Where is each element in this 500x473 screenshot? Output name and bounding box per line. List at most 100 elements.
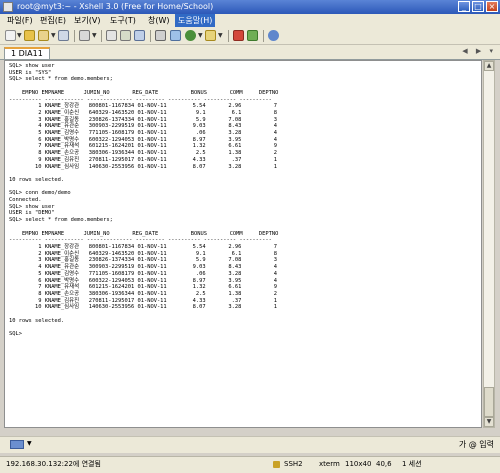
xshell-app-icon [3,2,13,12]
terminal-line: 7 KNAME_유재석 601215-1624201 01-NOV-11 1.3… [9,143,278,150]
toolbar: ▼ ▼ ▼ ▼ ▼ [0,28,500,45]
open-session-icon[interactable] [38,30,49,41]
terminal-line: 3 KNAME_홍길동 230826-1374334 01-NOV-11 5.9… [9,116,278,123]
terminal-line: SQL> show user [9,203,55,210]
reconnect-icon[interactable] [58,30,69,41]
toolbar-divider [74,30,75,42]
menu-view[interactable]: 보기(V) [71,14,103,27]
terminal-line: EMPNO EMPNAME JUMIN_NO REG_DATE BONUS CO… [9,89,279,96]
script-icon[interactable] [233,30,244,41]
terminal-line: SQL> select * from demo.members; [9,76,113,83]
properties-dropdown-icon[interactable]: ▼ [92,32,97,39]
terminal-size: 110x40 [345,460,372,468]
terminal-line: 10 KNAME_심사임 140630-2553956 01-NOV-11 8.… [9,304,278,311]
session-count: 1 세션 [402,460,422,468]
terminal-output[interactable]: SQL> show user USER is "SYS" SQL> select… [4,60,482,428]
terminal-line: 9 KNAME_김유진 270811-1295017 01-NOV-11 4.3… [9,297,278,304]
new-session-icon[interactable] [5,30,16,41]
terminal-line: SQL> select * from demo.members; [9,217,113,224]
terminal-line: 5 KNAME_김영수 771105-1608179 01-NOV-11 .06… [9,130,278,137]
copy-icon[interactable] [106,30,117,41]
xftp-icon[interactable] [247,30,258,41]
connection-status: 192.168.30.132:22에 연결됨 [6,460,101,468]
terminal-type: xterm [319,460,340,468]
terminal-line: 2 KNAME_이순신 640329-1463520 01-NOV-11 9.1… [9,250,278,257]
terminal-line: 8 KNAME_손으공 380306-1936344 01-NOV-11 2.5… [9,290,278,297]
terminal-line: ---------- ------------ -------------- -… [9,237,272,244]
terminal-line: USER is "DEMO" [9,210,55,217]
scroll-down-arrow-icon[interactable]: ▼ [484,417,494,427]
terminal-line: 1 KNAME_장강관 800801-1167834 01-NOV-11 5.5… [9,103,278,110]
menu-edit[interactable]: 편집(E) [37,14,69,27]
compose-bar: ▼ 가 @ 입력 [0,436,500,453]
open-dropdown-icon[interactable]: ▼ [51,32,56,39]
terminal-line: 9 KNAME_김유진 270811-1295017 01-NOV-11 4.3… [9,156,278,163]
terminal-line: SQL> [9,331,22,338]
transfer-icon[interactable] [170,30,181,41]
secure-lock-icon [273,461,280,468]
terminal-line: 4 KNAME_유관순 300903-2299519 01-NOV-11 9.0… [9,123,278,130]
terminal-line: EMPNO EMPNAME JUMIN_NO REG_DATE BONUS CO… [9,230,279,237]
tab-navigation-arrows-icon[interactable]: ◀ ▶ ▾ [462,47,496,55]
lock-dropdown-icon[interactable]: ▼ [218,32,223,39]
open-folder-icon[interactable] [24,30,35,41]
send-target-dropdown-icon[interactable]: ▼ [27,440,32,447]
terminal-line: 4 KNAME_유관순 300903-2299519 01-NOV-11 9.0… [9,264,278,271]
toolbar-divider [228,30,229,42]
close-button[interactable]: × [486,1,498,12]
properties-icon[interactable] [79,30,90,41]
terminal-line: Connected. [9,197,42,204]
menu-file[interactable]: 파일(F) [4,14,36,27]
status-bar: 192.168.30.132:22에 연결됨 SSH2 xterm 110x40… [0,456,500,473]
protocol-indicator: SSH2 [284,460,303,468]
menu-help[interactable]: 도움말(H) [175,14,216,27]
menu-window[interactable]: 창(W) [145,14,173,27]
terminal-line: ---------- ------------ -------------- -… [9,96,272,103]
terminal-line: SQL> show user [9,63,55,69]
terminal-text: SQL> show user USER is "SYS" SQL> select… [5,61,481,338]
ime-indicator[interactable]: 가 @ 입력 [459,439,494,450]
menu-bar: 파일(F) 편집(E) 보기(V) 도구(T) 창(W) 도움말(H) [0,14,500,28]
minimize-button[interactable]: _ [458,1,470,12]
scroll-up-arrow-icon[interactable]: ▲ [484,61,494,71]
toolbar-divider [101,30,102,42]
globe-dropdown-icon[interactable]: ▼ [198,32,203,39]
terminal-line: 10 KNAME_심사임 140630-2553956 01-NOV-11 8.… [9,163,278,170]
terminal-line: 2 KNAME_이순신 640329-1463520 01-NOV-11 9.1… [9,109,278,116]
terminal-line: USER is "SYS" [9,69,52,76]
toolbar-divider [263,30,264,42]
terminal-line: 3 KNAME_홍길동 230826-1374334 01-NOV-11 5.9… [9,257,278,264]
window-controls: _ □ × [458,1,498,13]
paste-icon[interactable] [120,30,131,41]
terminal-line: 8 KNAME_손으공 380306-1936344 01-NOV-11 2.5… [9,150,278,157]
menu-tools[interactable]: 도구(T) [107,14,139,27]
session-tab-bar: 1 DIA11 ◀ ▶ ▾ [0,45,500,60]
terminal-line: SQL> conn demo/demo [9,190,71,197]
terminal-line: 10 rows selected. [9,317,65,324]
terminal-line: 6 KNAME_박명수 600322-1294053 01-NOV-11 8.9… [9,277,278,284]
cursor-position: 40,6 [376,460,392,468]
tab-session-1[interactable]: 1 DIA11 [4,47,50,59]
window-title-bar[interactable]: root@myt3:~ - Xshell 3.0 (Free for Home/… [0,0,500,14]
scrollbar-thumb[interactable] [484,387,494,417]
send-key-input-icon[interactable] [10,440,24,449]
terminal-line: 6 KNAME_박명수 600322-1294053 01-NOV-11 8.9… [9,136,278,143]
print-icon[interactable] [155,30,166,41]
new-session-dropdown-icon[interactable]: ▼ [17,32,22,39]
terminal-line: 10 rows selected. [9,176,65,183]
help-icon[interactable] [268,30,279,41]
toolbar-divider [150,30,151,42]
vertical-scrollbar[interactable]: ▲ ▼ [483,60,495,428]
globe-icon[interactable] [185,30,196,41]
find-icon[interactable] [134,30,145,41]
lock-icon[interactable] [205,30,216,41]
terminal-line: 5 KNAME_김영수 771105-1608179 01-NOV-11 .06… [9,270,278,277]
window-title: root@myt3:~ - Xshell 3.0 (Free for Home/… [17,2,214,11]
maximize-button[interactable]: □ [472,1,484,12]
